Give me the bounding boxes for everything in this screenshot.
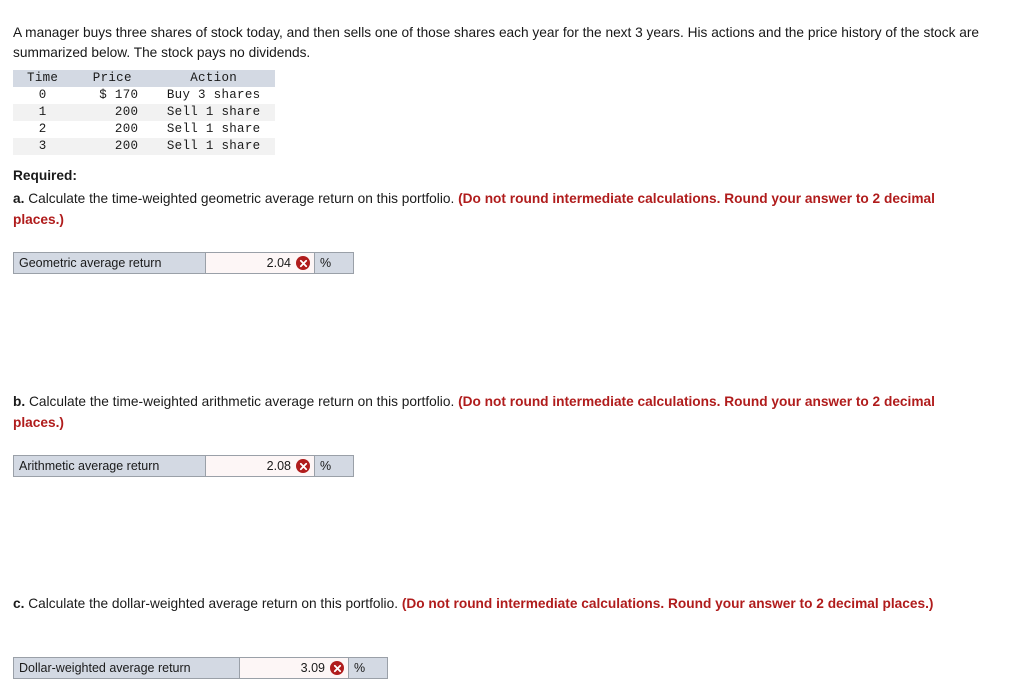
cell-action: Sell 1 share [166, 105, 261, 119]
required-heading: Required: [13, 168, 77, 183]
question-c-note: (Do not round intermediate calculations.… [401, 596, 934, 611]
table-header-row: Time Price Action [13, 70, 275, 87]
table-header: Time Price Action [13, 70, 275, 87]
incorrect-icon [296, 256, 310, 270]
answer-row-geometric: Geometric average return 2.04 % [13, 252, 354, 274]
table-row: 2 200 Sell 1 share [13, 121, 275, 138]
question-c: c. Calculate the dollar-weighted average… [13, 593, 988, 614]
answer-row-dollar-weighted: Dollar-weighted average return 3.09 % [13, 657, 388, 679]
cell-time: 0 [38, 88, 47, 102]
price-history-table: Time Price Action 0 $ 170 Buy 3 shares 1… [13, 70, 275, 155]
question-b-label: b. [13, 394, 26, 409]
cell-time: 2 [38, 122, 47, 136]
answer-label-dollar-weighted: Dollar-weighted average return [14, 658, 240, 678]
cell-action: Sell 1 share [166, 139, 261, 153]
answer-value-geometric: 2.04 [266, 256, 291, 270]
question-a-label: a. [13, 191, 25, 206]
cell-price: 200 [114, 139, 139, 153]
answer-unit-geometric: % [315, 253, 353, 273]
question-a-text: Calculate the time-weighted geometric av… [24, 191, 459, 206]
cell-price: $ 170 [99, 88, 139, 102]
table-row: 0 $ 170 Buy 3 shares [13, 87, 275, 104]
answer-input-geometric[interactable]: 2.04 [206, 253, 315, 273]
answer-unit-dollar-weighted: % [349, 658, 387, 678]
incorrect-icon [296, 459, 310, 473]
answer-label-arithmetic: Arithmetic average return [14, 456, 206, 476]
answer-input-dollar-weighted[interactable]: 3.09 [240, 658, 349, 678]
answer-value-arithmetic: 2.08 [266, 459, 291, 473]
question-c-label: c. [13, 596, 25, 611]
column-header-action: Action [152, 70, 275, 87]
problem-statement: A manager buys three shares of stock tod… [13, 24, 980, 60]
column-header-price: Price [72, 70, 153, 87]
question-b: b. Calculate the time-weighted arithmeti… [13, 391, 988, 433]
question-c-text: Calculate the dollar-weighted average re… [24, 596, 402, 611]
cell-time: 3 [38, 139, 47, 153]
incorrect-icon [330, 661, 344, 675]
question-a: a. Calculate the time-weighted geometric… [13, 188, 988, 230]
table-body: 0 $ 170 Buy 3 shares 1 200 Sell 1 share … [13, 87, 275, 155]
cell-price: 200 [114, 105, 139, 119]
cell-price: 200 [114, 122, 139, 136]
answer-value-dollar-weighted: 3.09 [300, 661, 325, 675]
answer-input-arithmetic[interactable]: 2.08 [206, 456, 315, 476]
cell-time: 1 [38, 105, 47, 119]
table-row: 1 200 Sell 1 share [13, 104, 275, 121]
answer-label-geometric: Geometric average return [14, 253, 206, 273]
cell-action: Sell 1 share [166, 122, 261, 136]
cell-action: Buy 3 shares [166, 88, 261, 102]
column-header-time: Time [13, 70, 73, 87]
table-row: 3 200 Sell 1 share [13, 138, 275, 155]
question-b-text: Calculate the time-weighted arithmetic a… [25, 394, 459, 409]
answer-unit-arithmetic: % [315, 456, 353, 476]
answer-row-arithmetic: Arithmetic average return 2.08 % [13, 455, 354, 477]
